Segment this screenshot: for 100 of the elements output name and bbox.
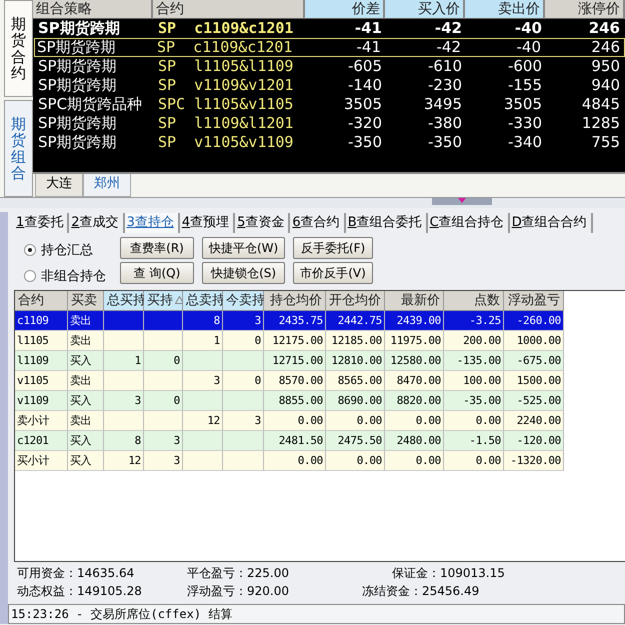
query-tab[interactable]: B查组合委托	[346, 213, 428, 233]
table-cell: 卖出	[68, 311, 104, 331]
table-cell: 买入	[68, 391, 104, 411]
table-cell: 8855.00	[264, 391, 326, 411]
table-cell	[104, 311, 144, 331]
column-header[interactable]: 卖出价	[465, 0, 545, 19]
summary-text: 浮动盈亏：920.00	[187, 583, 290, 600]
table-cell-text: 3505	[342, 95, 383, 114]
table-row[interactable]: c1201 买入 8 3 2481.50 2475.50 2480.00 -1.50 -120.00	[15, 431, 564, 451]
table-cell: 卖出	[68, 411, 104, 431]
action-button[interactable]: 市价反手(V)	[293, 262, 373, 284]
column-header[interactable]: 浮动盈亏	[504, 291, 564, 311]
action-button[interactable]: 快捷锁仓(S)	[202, 262, 286, 284]
column-header[interactable]: 价差	[305, 0, 385, 19]
radio-label[interactable]: 非组合持仓	[41, 267, 106, 285]
splitter-handle-icon[interactable]	[432, 198, 492, 205]
table-row[interactable]: v1105 卖出 3 0 8570.00 8565.00 8470.00 100.00 1500.00	[15, 371, 564, 391]
summary-text: 可用资金：14635.64	[17, 565, 136, 582]
radio-button[interactable]	[24, 244, 36, 256]
table-cell: 0.00	[385, 411, 444, 431]
table-cell-text: -600	[506, 57, 543, 76]
exchange-tab[interactable]: 大连	[35, 174, 83, 197]
table-cell: 卖出	[68, 331, 104, 351]
action-button[interactable]: 反手委托(F)	[293, 237, 373, 259]
table-cell: 8	[104, 431, 144, 451]
table-row[interactable]: SP期货跨期 SP l1109&l1201 -320 -380 -330 1285	[35, 114, 625, 133]
table-cell: 12810.00	[326, 351, 385, 371]
table-cell-text: 4845	[580, 95, 621, 114]
table-cell: 卖出	[68, 371, 104, 391]
column-header[interactable]: 买持	[144, 291, 183, 311]
table-cell	[183, 431, 223, 451]
column-header[interactable]: 合约	[15, 291, 68, 311]
table-cell: 买入	[68, 351, 104, 371]
table-cell-text: SP期货跨期	[37, 76, 118, 95]
query-tab[interactable]: 6查合约	[290, 213, 346, 233]
table-row[interactable]: c1109 卖出 8 3 2435.75 2442.75 2439.00 -3.25 -260.00	[15, 311, 564, 331]
table-row[interactable]: SPC期货跨品种 SPC l1105&v1105 3505 3495 3505 4845	[35, 95, 625, 114]
query-tab[interactable]: C查组合持仓	[428, 213, 510, 233]
radio-button[interactable]	[24, 270, 36, 282]
table-cell: 2435.75	[264, 311, 326, 331]
table-cell: -1.50	[444, 431, 504, 451]
column-header[interactable]: 持仓均价	[264, 291, 326, 311]
table-cell	[104, 371, 144, 391]
table-row[interactable]: SP期货跨期 SP v1105&v1109 -350 -350 -340 755	[35, 133, 625, 152]
table-row[interactable]: l1105 卖出 1 0 12175.00 12185.00 11975.00 200.00 1000.00	[15, 331, 564, 351]
table-cell-text: SP期货跨期	[37, 133, 118, 152]
table-cell-text: 755	[590, 133, 621, 152]
table-row[interactable]: SP期货跨期 SP c1109&c1201 -41 -42 -40 246	[34, 38, 625, 57]
column-header[interactable]: 涨停价	[545, 0, 625, 19]
table-cell: l1109	[15, 351, 68, 371]
table-cell: 0	[144, 391, 183, 411]
column-header[interactable]: 买入价	[385, 0, 465, 19]
action-button[interactable]: 查费率(R)	[120, 237, 194, 259]
table-cell: 买入	[68, 451, 104, 471]
table-cell-text: SP v1105&v1109	[157, 133, 294, 152]
table-cell-text: 940	[590, 76, 621, 95]
table-cell: 8820.00	[385, 391, 444, 411]
action-button[interactable]: 快捷平仓(W)	[202, 237, 286, 259]
table-row[interactable]: v1109 买入 3 0 8855.00 8690.00 8820.00 -35.00 -525.00	[15, 391, 564, 411]
action-button[interactable]: 查 询(Q)	[120, 262, 194, 284]
query-tab[interactable]: 3查持仓	[124, 213, 180, 233]
table-cell-text: -340	[506, 133, 543, 152]
exchange-tab[interactable]: 郑州	[83, 174, 131, 197]
table-cell: 0.00	[264, 451, 326, 471]
table-cell-text: SP期货跨期	[36, 38, 117, 57]
table-cell-text: SP c1109&c1201	[157, 19, 294, 38]
table-cell: c1109	[15, 311, 68, 331]
column-header[interactable]: 开仓均价	[326, 291, 385, 311]
table-cell: 2480.00	[385, 431, 444, 451]
table-cell: v1109	[15, 391, 68, 411]
table-cell-text: 1285	[580, 114, 621, 133]
table-row[interactable]: SP期货跨期 SP v1109&v1201 -140 -230 -155 940	[35, 76, 625, 95]
query-tab[interactable]: D查组合合约	[510, 213, 593, 233]
query-tab[interactable]: 5查资金	[235, 213, 290, 233]
side-tab[interactable]: 期货合约	[4, 0, 33, 97]
table-cell: 买入	[68, 431, 104, 451]
side-tab[interactable]: 期货组合	[4, 100, 33, 197]
table-row[interactable]: 卖小计 卖出 12 3 0.00 0.00 0.00 0.00 2240.00	[15, 411, 564, 431]
table-row[interactable]: l1109 买入 1 0 12715.00 12810.00 12580.00 -135.00 -675.00	[15, 351, 564, 371]
column-header[interactable]: 组合策略	[33, 0, 153, 19]
query-tab[interactable]: 1查委托	[14, 213, 70, 233]
table-cell: 12175.00	[264, 331, 326, 351]
table-row[interactable]: SP期货跨期 SP l1105&l1109 -605 -610 -600 950	[35, 57, 625, 76]
column-header[interactable]: 最新价	[385, 291, 444, 311]
table-cell: 12185.00	[326, 331, 385, 351]
table-cell-text: 950	[590, 57, 621, 76]
column-header[interactable]: 今卖持	[223, 291, 264, 311]
table-row[interactable]: 买小计 买入 12 3 0.00 0.00 0.00 0.00 -1320.00	[15, 451, 564, 471]
radio-label[interactable]: 持仓汇总	[41, 241, 93, 259]
table-cell: 0.00	[326, 411, 385, 431]
table-cell: l1105	[15, 331, 68, 351]
table-cell: 1	[183, 331, 223, 351]
query-tab[interactable]: 4查预埋	[180, 213, 236, 233]
column-header[interactable]: 点数	[444, 291, 504, 311]
column-header[interactable]: 合约	[153, 0, 305, 19]
table-cell-text: -40	[514, 19, 543, 38]
table-cell: 1000.00	[504, 331, 564, 351]
table-cell: 0.00	[444, 411, 504, 431]
column-header[interactable]: 买卖	[68, 291, 104, 311]
table-row[interactable]: SP期货跨期 SP c1109&c1201 -41 -42 -40 246	[35, 19, 625, 38]
